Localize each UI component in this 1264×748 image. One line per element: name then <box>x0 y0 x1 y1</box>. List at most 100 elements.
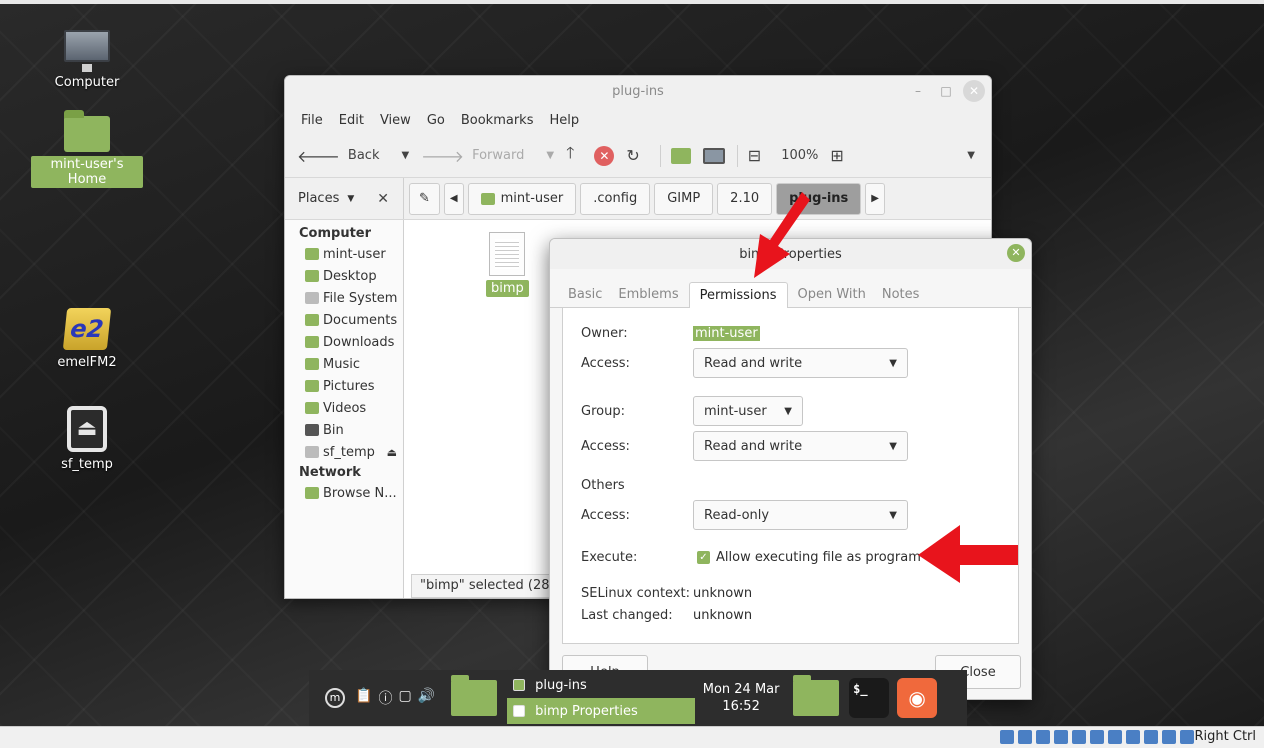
places-selector[interactable]: Places ▼ ✕ <box>285 178 404 219</box>
menu-bookmarks[interactable]: Bookmarks <box>453 113 542 128</box>
recording-icon[interactable] <box>1126 730 1140 744</box>
firefox-icon[interactable]: ◉ <box>897 678 938 718</box>
sidebar-item-mint-user[interactable]: mint-user <box>285 243 403 265</box>
zoom-out-button[interactable]: ⊟ <box>748 146 769 165</box>
taskbar-window-plug-ins[interactable]: plug-ins <box>507 672 695 698</box>
sidebar-item-music[interactable]: Music <box>285 353 403 375</box>
shared-folder-icon[interactable] <box>1090 730 1104 744</box>
tab-notes[interactable]: Notes <box>876 282 926 307</box>
taskbar-window-bimp-properties[interactable]: bimp Properties <box>507 698 696 724</box>
network-folder-icon <box>305 487 319 499</box>
minimize-icon[interactable]: – <box>907 80 929 102</box>
chevron-right-icon: ▶ <box>871 193 879 204</box>
zoom-in-icon: ⊞ <box>830 146 844 165</box>
sidebar-item-sf-temp[interactable]: sf_temp ⏏ <box>285 441 403 463</box>
menu-view[interactable]: View <box>372 113 419 128</box>
zoom-level: 100% <box>781 148 819 163</box>
owner-access-dropdown[interactable]: Read and write ▼ <box>693 348 908 378</box>
clock-time: 16:52 <box>722 699 760 714</box>
toolbar-menu-button[interactable]: ▼ <box>967 150 975 161</box>
menu-help[interactable]: Help <box>541 113 587 128</box>
sidebar-item-documents[interactable]: Documents <box>285 309 403 331</box>
clock[interactable]: Mon 24 Mar 16:52 <box>699 681 783 715</box>
clipboard-icon[interactable]: 📋 <box>355 688 372 708</box>
annotation-arrow-down <box>754 192 810 278</box>
file-item-bimp[interactable]: bimp <box>486 232 529 297</box>
usb-icon[interactable] <box>1072 730 1086 744</box>
back-button[interactable]: 🡐 Back ▼ <box>297 146 409 166</box>
chevron-down-icon: ▼ <box>889 509 897 521</box>
chevron-down-icon[interactable]: ▼ <box>401 150 409 161</box>
breadcrumb-scroll-left[interactable]: ◀ <box>443 182 464 215</box>
cpu-icon[interactable] <box>1144 730 1158 744</box>
desktop-icon-computer[interactable]: Computer <box>31 30 143 91</box>
sidebar-item-browse-network[interactable]: Browse N... <box>285 482 403 504</box>
breadcrumb-config[interactable]: .config <box>580 182 651 215</box>
group-dropdown[interactable]: mint-user ▼ <box>693 396 803 426</box>
desktop-icon-label: emelFM2 <box>57 355 117 370</box>
toolbar: 🡐 Back ▼ 🡒 Forward ▼ 🡑 ✕ ↻ ⊟ 100% ⊞ ▼ <box>285 134 991 178</box>
sidebar-heading-network: Network <box>299 465 361 480</box>
tab-emblems[interactable]: Emblems <box>612 282 684 307</box>
sidebar-item-downloads[interactable]: Downloads <box>285 331 403 353</box>
sidebar-item-videos[interactable]: Videos <box>285 397 403 419</box>
up-button[interactable]: 🡑 <box>566 142 582 169</box>
reload-button[interactable]: ↻ <box>626 146 647 165</box>
breadcrumb-gimp[interactable]: GIMP <box>654 182 714 215</box>
edit-location-button[interactable]: ✎ <box>409 182 440 215</box>
window-icon[interactable]: ▢ <box>398 688 411 708</box>
optical-icon[interactable] <box>1018 730 1032 744</box>
downloads-folder-icon <box>305 336 319 348</box>
eject-icon[interactable]: ⏏ <box>387 446 397 459</box>
host-top-edge <box>0 0 1264 4</box>
close-icon[interactable]: ✕ <box>1007 244 1025 262</box>
audio-icon[interactable] <box>1036 730 1050 744</box>
menu-icon[interactable]: m <box>325 688 345 708</box>
info-icon[interactable]: ⓘ <box>378 688 392 708</box>
chevron-down-icon[interactable]: ▼ <box>546 150 554 161</box>
desktop-icon-home[interactable]: mint-user's Home <box>31 110 143 188</box>
tab-basic[interactable]: Basic <box>562 282 608 307</box>
breadcrumb-mint-user[interactable]: mint-user <box>467 182 577 215</box>
forward-button[interactable]: 🡒 Forward ▼ <box>421 146 554 166</box>
window-titlebar[interactable]: plug-ins – □ ✕ <box>285 76 991 106</box>
breadcrumb-scroll-right[interactable]: ▶ <box>865 182 885 215</box>
desktop-icon-emelfm2[interactable]: e2 emelFM2 <box>31 308 143 371</box>
menu-edit[interactable]: Edit <box>331 113 372 128</box>
desktop-icon-sf-temp[interactable]: ⏏ sf_temp <box>31 406 143 473</box>
execute-checkbox[interactable]: ✓ <box>697 551 710 564</box>
others-access-dropdown[interactable]: Read-only ▼ <box>693 500 908 530</box>
menu-file[interactable]: File <box>293 113 331 128</box>
menu-go[interactable]: Go <box>419 113 453 128</box>
others-label: Others <box>581 478 625 493</box>
display-icon[interactable] <box>1108 730 1122 744</box>
sidebar-item-pictures[interactable]: Pictures <box>285 375 403 397</box>
file-manager-launcher-icon[interactable] <box>451 675 498 716</box>
group-label: Group: <box>581 403 625 419</box>
emelfm2-icon: e2 <box>62 308 112 350</box>
maximize-icon[interactable]: □ <box>935 80 957 102</box>
computer-button[interactable] <box>702 147 725 164</box>
folder-launcher-icon[interactable] <box>793 675 840 716</box>
arrow-down-icon[interactable] <box>1180 730 1194 744</box>
mouse-icon[interactable] <box>1162 730 1176 744</box>
close-icon[interactable]: ✕ <box>963 80 985 102</box>
disk-icon[interactable] <box>1000 730 1014 744</box>
network-icon[interactable] <box>1054 730 1068 744</box>
sidebar-item-bin[interactable]: Bin <box>285 419 403 441</box>
home-folder-icon <box>480 192 495 205</box>
home-button[interactable] <box>670 147 691 164</box>
group-access-dropdown[interactable]: Read and write ▼ <box>693 431 908 461</box>
tab-permissions[interactable]: Permissions <box>688 282 788 309</box>
tab-open-with[interactable]: Open With <box>792 282 872 307</box>
execute-checkbox-label[interactable]: Allow executing file as program <box>716 550 921 565</box>
volume-icon[interactable]: 🔊 <box>418 688 435 708</box>
sidebar-item-desktop[interactable]: Desktop <box>285 265 403 287</box>
zoom-in-button[interactable]: ⊞ <box>830 146 851 165</box>
last-changed-value: unknown <box>693 608 753 623</box>
chevron-down-icon: ▼ <box>347 193 355 204</box>
terminal-icon[interactable]: $_ <box>849 678 890 718</box>
close-sidebar-icon[interactable]: ✕ <box>377 191 389 207</box>
stop-button[interactable]: ✕ <box>594 145 615 166</box>
sidebar-item-file-system[interactable]: File System <box>285 287 403 309</box>
